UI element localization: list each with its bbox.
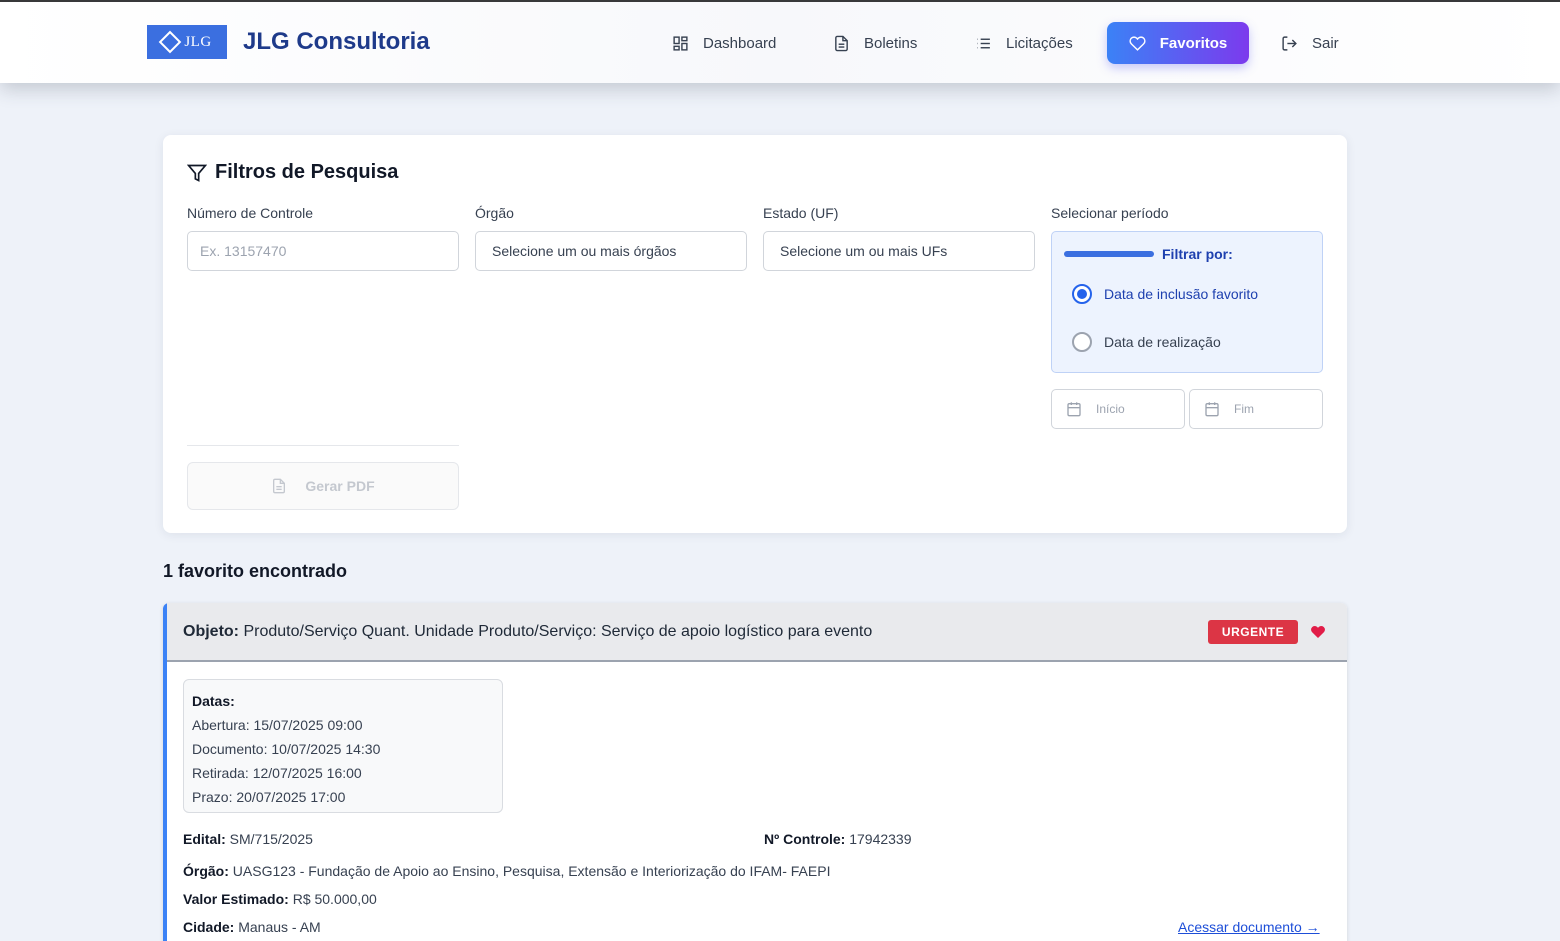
gerar-pdf-button[interactable]: Gerar PDF [187, 462, 459, 510]
top-navbar: JLG JLG Consultoria Dashboard Boletins L… [0, 2, 1560, 83]
urgent-badge: URGENTE [1208, 620, 1298, 644]
prazo-label: Prazo: [192, 789, 233, 805]
nav-favoritos[interactable]: Favoritos [1107, 22, 1249, 64]
nav-dashboard-label: Dashboard [703, 34, 777, 52]
periodo-label: Selecionar período [1051, 205, 1169, 221]
radio-data-realizacao[interactable]: Data de realização [1072, 332, 1221, 352]
valor-row: Valor Estimado: R$ 50.000,00 [183, 891, 377, 907]
fim-date-input[interactable]: Fim [1189, 389, 1323, 429]
document-icon [835, 35, 848, 51]
edital-row: Edital: SM/715/2025 [183, 831, 313, 847]
uf-label: Estado (UF) [763, 205, 839, 221]
abertura-label: Abertura: [192, 717, 250, 733]
cidade-label: Cidade: [183, 919, 235, 935]
uf-select[interactable]: Selecione um ou mais UFs [763, 231, 1035, 271]
heart-filled-icon[interactable] [1310, 624, 1326, 640]
orgao-info-label: Órgão: [183, 863, 229, 879]
nav-boletins[interactable]: Boletins [833, 22, 917, 64]
abertura-value: 15/07/2025 09:00 [253, 717, 363, 733]
heart-outline-icon [1129, 35, 1146, 51]
pdf-document-icon [273, 478, 286, 494]
favorite-card: Objeto: Produto/Serviço Quant. Unidade P… [163, 603, 1347, 941]
cidade-row: Cidade: Manaus - AM [183, 919, 321, 935]
datas-heading: Datas: [192, 693, 235, 709]
nav-licitacoes[interactable]: Licitações [975, 22, 1073, 64]
periodo-filter-box: Filtrar por: Data de inclusão favorito D… [1051, 231, 1323, 373]
prazo-row: Prazo: 20/07/2025 17:00 [192, 785, 502, 809]
nav-licitacoes-label: Licitações [1006, 34, 1073, 52]
prazo-value: 20/07/2025 17:00 [236, 789, 346, 805]
favorite-card-header: Objeto: Produto/Serviço Quant. Unidade P… [167, 603, 1347, 662]
nav-boletins-label: Boletins [864, 34, 918, 52]
documento-label: Documento: [192, 741, 268, 757]
numero-controle-label: Número de Controle [187, 205, 314, 221]
filters-title-text: Filtros de Pesquisa [215, 161, 399, 183]
nav-dashboard[interactable]: Dashboard [672, 22, 776, 64]
radio-data-inclusao[interactable]: Data de inclusão favorito [1072, 284, 1258, 304]
objeto-text: Objeto: Produto/Serviço Quant. Unidade P… [183, 623, 872, 641]
retirada-row: Retirada: 12/07/2025 16:00 [192, 761, 502, 785]
logo-text: JLG [184, 33, 212, 50]
filters-card: Filtros de Pesquisa Número de Controle E… [163, 135, 1347, 533]
valor-value: R$ 50.000,00 [292, 891, 377, 907]
orgao-label: Órgão [475, 205, 514, 221]
abertura-row: Abertura: 15/07/2025 09:00 [192, 713, 502, 737]
radio-selected-icon[interactable] [1072, 284, 1092, 304]
nav-sair-label: Sair [1312, 34, 1339, 52]
objeto-label: Objeto: [183, 623, 239, 640]
logo-diamond-icon [159, 30, 182, 54]
filter-accent-bar [1064, 251, 1154, 257]
filtrar-por-label: Filtrar por: [1162, 246, 1233, 262]
filters-divider [187, 445, 459, 446]
filter-icon [187, 164, 207, 182]
controle-row: Nº Controle: 17942339 [764, 831, 912, 847]
radio-unselected-icon[interactable] [1072, 332, 1092, 352]
gerar-pdf-label: Gerar PDF [305, 478, 375, 494]
calendar-icon [1205, 402, 1219, 417]
controle-value: 17942339 [849, 831, 912, 847]
edital-value: SM/715/2025 [229, 831, 313, 847]
acessar-documento-link[interactable]: Acessar documento → [1178, 919, 1320, 935]
retirada-label: Retirada: [192, 765, 249, 781]
results-count: 1 favorito encontrado [163, 561, 348, 581]
valor-label: Valor Estimado: [183, 891, 289, 907]
radio-data-inclusao-label: Data de inclusão favorito [1104, 286, 1259, 302]
brand-name[interactable]: JLG Consultoria [243, 28, 430, 56]
inicio-date-input[interactable]: Início [1051, 389, 1185, 429]
radio-data-realizacao-label: Data de realização [1104, 334, 1221, 350]
dashboard-grid-icon [673, 35, 688, 51]
orgao-row: Órgão: UASG123 - Fundação de Apoio ao En… [183, 863, 830, 879]
numero-controle-input[interactable]: Ex. 13157470 [187, 231, 459, 271]
nav-sair[interactable]: Sair [1281, 22, 1339, 64]
logout-icon [1282, 35, 1297, 51]
list-icon [977, 38, 990, 48]
inicio-placeholder: Início [1096, 402, 1125, 416]
retirada-value: 12/07/2025 16:00 [252, 765, 362, 781]
dates-box: Datas: Abertura: 15/07/2025 09:00 Docume… [183, 679, 503, 813]
orgao-select[interactable]: Selecione um ou mais órgãos [475, 231, 747, 271]
cidade-value: Manaus - AM [238, 919, 321, 935]
objeto-value: Produto/Serviço Quant. Unidade Produto/S… [243, 623, 873, 640]
filters-title: Filtros de Pesquisa [187, 161, 398, 184]
controle-label: Nº Controle: [764, 831, 846, 847]
calendar-icon [1067, 402, 1081, 417]
fim-placeholder: Fim [1234, 402, 1254, 416]
orgao-info-value: UASG123 - Fundação de Apoio ao Ensino, P… [232, 863, 831, 879]
documento-row: Documento: 10/07/2025 14:30 [192, 737, 502, 761]
documento-value: 10/07/2025 14:30 [271, 741, 381, 757]
edital-label: Edital: [183, 831, 226, 847]
logo[interactable]: JLG [147, 25, 227, 59]
nav-favoritos-label: Favoritos [1159, 34, 1228, 52]
